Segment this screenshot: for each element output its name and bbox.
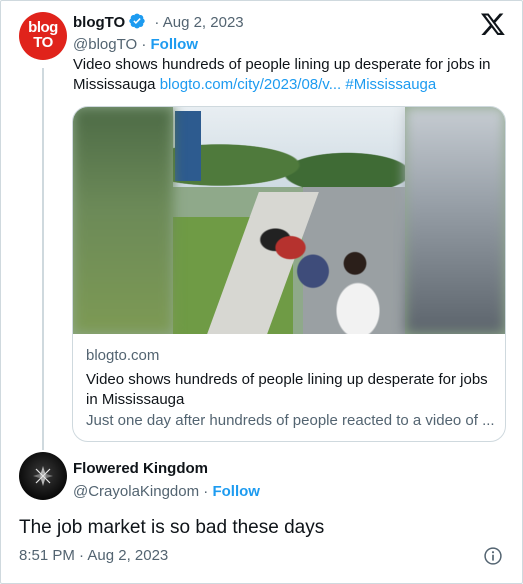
link-card-description: Just one day after hundreds of people re…: [86, 412, 495, 429]
thread-connector-line: [42, 68, 44, 450]
link-preview-card[interactable]: blogto.com Video shows hundreds of peopl…: [72, 106, 506, 442]
reply-subheader: @CrayolaKingdom · Follow: [73, 482, 260, 502]
link-card-title: Video shows hundreds of people lining up…: [86, 371, 488, 408]
reply-text: The job market is so bad these days: [19, 517, 325, 538]
tweet-date[interactable]: Aug 2, 2023: [163, 14, 244, 31]
reply-author-name[interactable]: Flowered Kingdom: [73, 460, 208, 477]
x-logo-icon[interactable]: [480, 11, 506, 37]
blogto-avatar[interactable]: blog TO: [19, 12, 67, 60]
reply-timestamp[interactable]: 8:51 PM · Aug 2, 2023: [19, 547, 168, 564]
original-tweet-subheader: @blogTO · Follow: [73, 35, 198, 55]
original-tweet-header: blogTO · Aug 2, 2023: [73, 12, 244, 36]
handle-separator: ·: [141, 36, 147, 53]
link-preview-image[interactable]: [73, 107, 505, 334]
blogto-logo: blog TO: [28, 19, 58, 51]
author-handle[interactable]: @blogTO: [73, 36, 137, 53]
hashtag-link[interactable]: #Mississauga: [345, 76, 436, 93]
reply-author-handle[interactable]: @CrayolaKingdom: [73, 483, 199, 500]
info-icon[interactable]: [483, 546, 503, 566]
article-link[interactable]: blogto.com/city/2023/08/v...: [160, 76, 342, 93]
original-tweet-text: Video shows hundreds of people lining up…: [73, 55, 513, 95]
author-name[interactable]: blogTO: [73, 14, 125, 31]
date-separator: ·: [154, 14, 160, 31]
reply-header: Flowered Kingdom: [73, 459, 208, 479]
verified-badge-icon: [128, 12, 146, 36]
link-card-domain: blogto.com: [86, 347, 160, 364]
flowered-kingdom-avatar[interactable]: [19, 452, 67, 500]
reply-handle-separator: ·: [203, 483, 209, 500]
avatar-emblem-icon: [33, 466, 53, 486]
follow-button[interactable]: Follow: [151, 36, 199, 53]
reply-follow-button[interactable]: Follow: [212, 483, 260, 500]
